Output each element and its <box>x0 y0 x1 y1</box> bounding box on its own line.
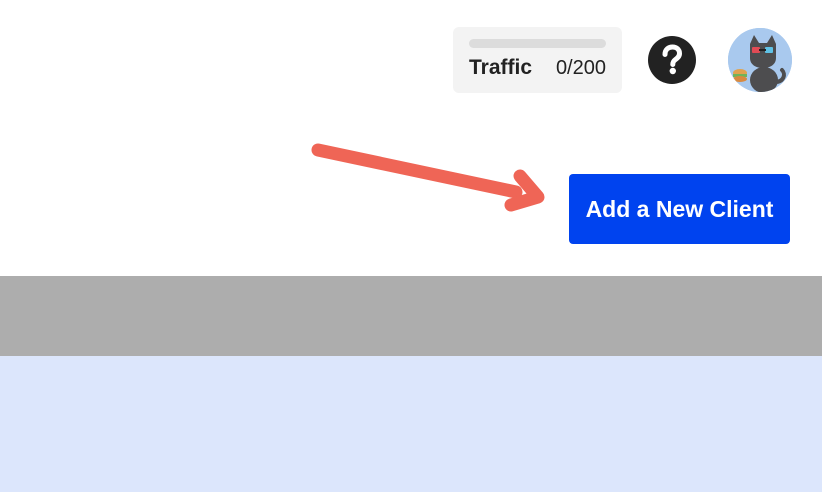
traffic-progress-bar <box>469 39 606 48</box>
cat-avatar-icon <box>728 28 792 92</box>
user-avatar[interactable] <box>728 28 792 92</box>
traffic-meter[interactable]: Traffic 0/200 <box>453 27 622 93</box>
question-mark-icon <box>662 44 683 75</box>
table-header-band <box>0 276 822 356</box>
traffic-label: Traffic <box>469 56 533 79</box>
traffic-value: 0/200 <box>555 57 606 79</box>
content-panel <box>0 356 822 492</box>
add-new-client-button[interactable]: Add a New Client <box>569 174 790 244</box>
help-button[interactable] <box>648 36 696 84</box>
